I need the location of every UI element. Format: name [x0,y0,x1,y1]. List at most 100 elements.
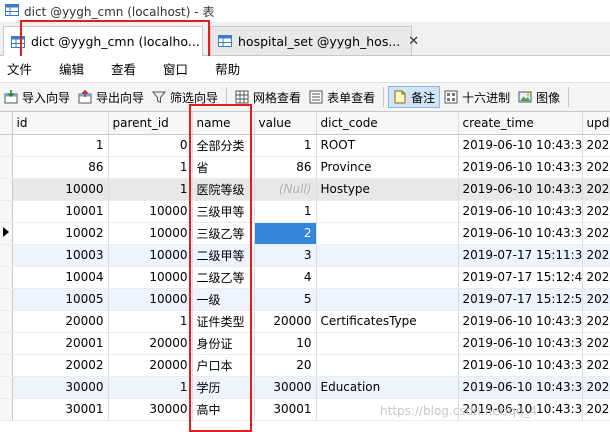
table-row-selected[interactable]: 10002 10000 三级乙等 2 2019-06-10 10:43:32 2… [0,222,610,245]
cell-parent-id[interactable]: 10000 [108,200,193,223]
row-header[interactable] [0,310,13,333]
cell-id[interactable]: 10005 [12,288,109,311]
cell-name[interactable]: 二级甲等 [192,244,255,267]
cell-create-time[interactable]: 2019-06-10 10:43:32 [458,376,583,399]
cell-dict-code[interactable] [316,332,459,355]
cell-dict-code[interactable] [316,266,459,289]
cell-update-time[interactable]: 2020 [582,354,610,377]
hex-button[interactable]: 十六进制 [440,86,514,108]
row-header[interactable] [0,200,13,223]
menu-help[interactable]: 帮助 [215,59,240,78]
image-button[interactable]: 图像 [514,86,564,108]
row-header[interactable] [0,222,13,245]
table-row[interactable]: 1 0 全部分类 1 ROOT 2019-06-10 10:43:31 2020 [0,134,610,157]
cell-parent-id[interactable]: 1 [108,156,193,179]
cell-value[interactable]: 1 [254,200,317,223]
cell-parent-id[interactable]: 10000 [108,288,193,311]
cell-create-time[interactable]: 2019-06-10 10:43:32 [458,178,583,201]
row-header[interactable] [0,376,13,399]
cell-name[interactable]: 身份证 [192,332,255,355]
cell-update-time[interactable]: 2020 [582,310,610,333]
cell-id[interactable]: 10002 [12,222,109,245]
cell-name[interactable]: 二级乙等 [192,266,255,289]
cell-value[interactable]: 3 [254,244,317,267]
menu-window[interactable]: 窗口 [163,59,188,78]
cell-id[interactable]: 20000 [12,310,109,333]
cell-create-time[interactable]: 2019-06-10 10:43:31 [458,134,583,157]
cell-create-time[interactable]: 2019-06-10 10:43:32 [458,354,583,377]
cell-dict-code[interactable]: Hostype [316,178,459,201]
form-view-button[interactable]: 表单查看 [305,86,379,108]
cell-value[interactable]: 10 [254,332,317,355]
cell-name[interactable]: 户口本 [192,354,255,377]
close-icon[interactable]: ✕ [408,34,419,49]
cell-create-time[interactable]: 2019-06-10 10:43:32 [458,200,583,223]
filter-wizard-button[interactable]: 筛选向导 [148,86,222,108]
cell-value[interactable]: 30000 [254,376,317,399]
cell-value[interactable]: 86 [254,156,317,179]
cell-dict-code[interactable] [316,222,459,245]
cell-create-time[interactable]: 2019-06-10 10:43:32 [458,310,583,333]
tab-dict[interactable]: dict @yygh_cmn (localho... [3,26,203,56]
cell-id[interactable]: 10000 [12,178,109,201]
cell-update-time[interactable]: 2020 [582,288,610,311]
cell-value[interactable]: 5 [254,288,317,311]
cell-update-time[interactable]: 2020 [582,376,610,399]
cell-create-time[interactable]: 2019-07-17 15:12:55 [458,288,583,311]
menu-file[interactable]: 文件 [7,59,32,78]
cell-update-time[interactable]: 2020 [582,178,610,201]
cell-value[interactable]: 1 [254,134,317,157]
cell-value[interactable]: 30001 [254,398,317,421]
table-row[interactable]: 86 1 省 86 Province 2019-06-10 10:43:35 2… [0,156,610,179]
row-header[interactable] [0,134,13,157]
cell-id[interactable]: 1 [12,134,109,157]
memo-button[interactable]: 备注 [388,86,441,108]
cell-name[interactable]: 一级 [192,288,255,311]
cell-create-time[interactable]: 2019-07-17 15:11:37 [458,244,583,267]
table-row[interactable]: 10004 10000 二级乙等 4 2019-07-17 15:12:41 2… [0,266,610,289]
table-row[interactable]: 10005 10000 一级 5 2019-07-17 15:12:55 202… [0,288,610,311]
cell-update-time[interactable]: 2020 [582,332,610,355]
cell-id[interactable]: 10003 [12,244,109,267]
cell-id[interactable]: 20001 [12,332,109,355]
import-wizard-button[interactable]: 导入向导 [0,86,74,108]
cell-value[interactable]: 4 [254,266,317,289]
column-header-value[interactable]: value [254,112,317,135]
table-row[interactable]: 10003 10000 二级甲等 3 2019-07-17 15:11:37 2… [0,244,610,267]
cell-parent-id[interactable]: 10000 [108,266,193,289]
table-row[interactable]: 20001 20000 身份证 10 2019-06-10 10:43:32 2… [0,332,610,355]
cell-update-time[interactable]: 2020 [582,222,610,245]
cell-update-time[interactable]: 2020 [582,156,610,179]
cell-name[interactable]: 三级甲等 [192,200,255,223]
table-row[interactable]: 20002 20000 户口本 20 2019-06-10 10:43:32 2… [0,354,610,377]
cell-id[interactable]: 20002 [12,354,109,377]
cell-parent-id[interactable]: 1 [108,376,193,399]
cell-value[interactable]: (Null) [254,178,317,201]
menu-view[interactable]: 查看 [111,59,136,78]
column-header-id[interactable]: id [12,112,109,135]
cell-dict-code[interactable]: Province [316,156,459,179]
table-row[interactable]: 30000 1 学历 30000 Education 2019-06-10 10… [0,376,610,399]
cell-create-time[interactable]: 2019-06-10 10:43:32 [458,332,583,355]
cell-create-time[interactable]: 2019-06-10 10:43:32 [458,222,583,245]
table-row[interactable]: 10000 1 医院等级 (Null) Hostype 2019-06-10 1… [0,178,610,201]
cell-update-time[interactable]: 2020 [582,200,610,223]
row-header[interactable] [0,244,13,267]
column-header-update-time[interactable]: upda [582,112,610,135]
cell-id[interactable]: 10001 [12,200,109,223]
cell-value[interactable]: 20000 [254,310,317,333]
cell-dict-code[interactable] [316,288,459,311]
cell-update-time[interactable]: 2020 [582,266,610,289]
column-header-create-time[interactable]: create_time [458,112,583,135]
row-header[interactable] [0,266,13,289]
menu-edit[interactable]: 编辑 [59,59,84,78]
cell-parent-id[interactable]: 1 [108,178,193,201]
cell-parent-id[interactable]: 10000 [108,244,193,267]
cell-dict-code[interactable]: ROOT [316,134,459,157]
table-row[interactable]: 10001 10000 三级甲等 1 2019-06-10 10:43:32 2… [0,200,610,223]
cell-id[interactable]: 10004 [12,266,109,289]
cell-value-selected[interactable]: 2 [254,222,317,245]
cell-dict-code[interactable]: Education [316,376,459,399]
cell-update-time[interactable]: 2020 [582,244,610,267]
cell-parent-id[interactable]: 30000 [108,398,193,421]
